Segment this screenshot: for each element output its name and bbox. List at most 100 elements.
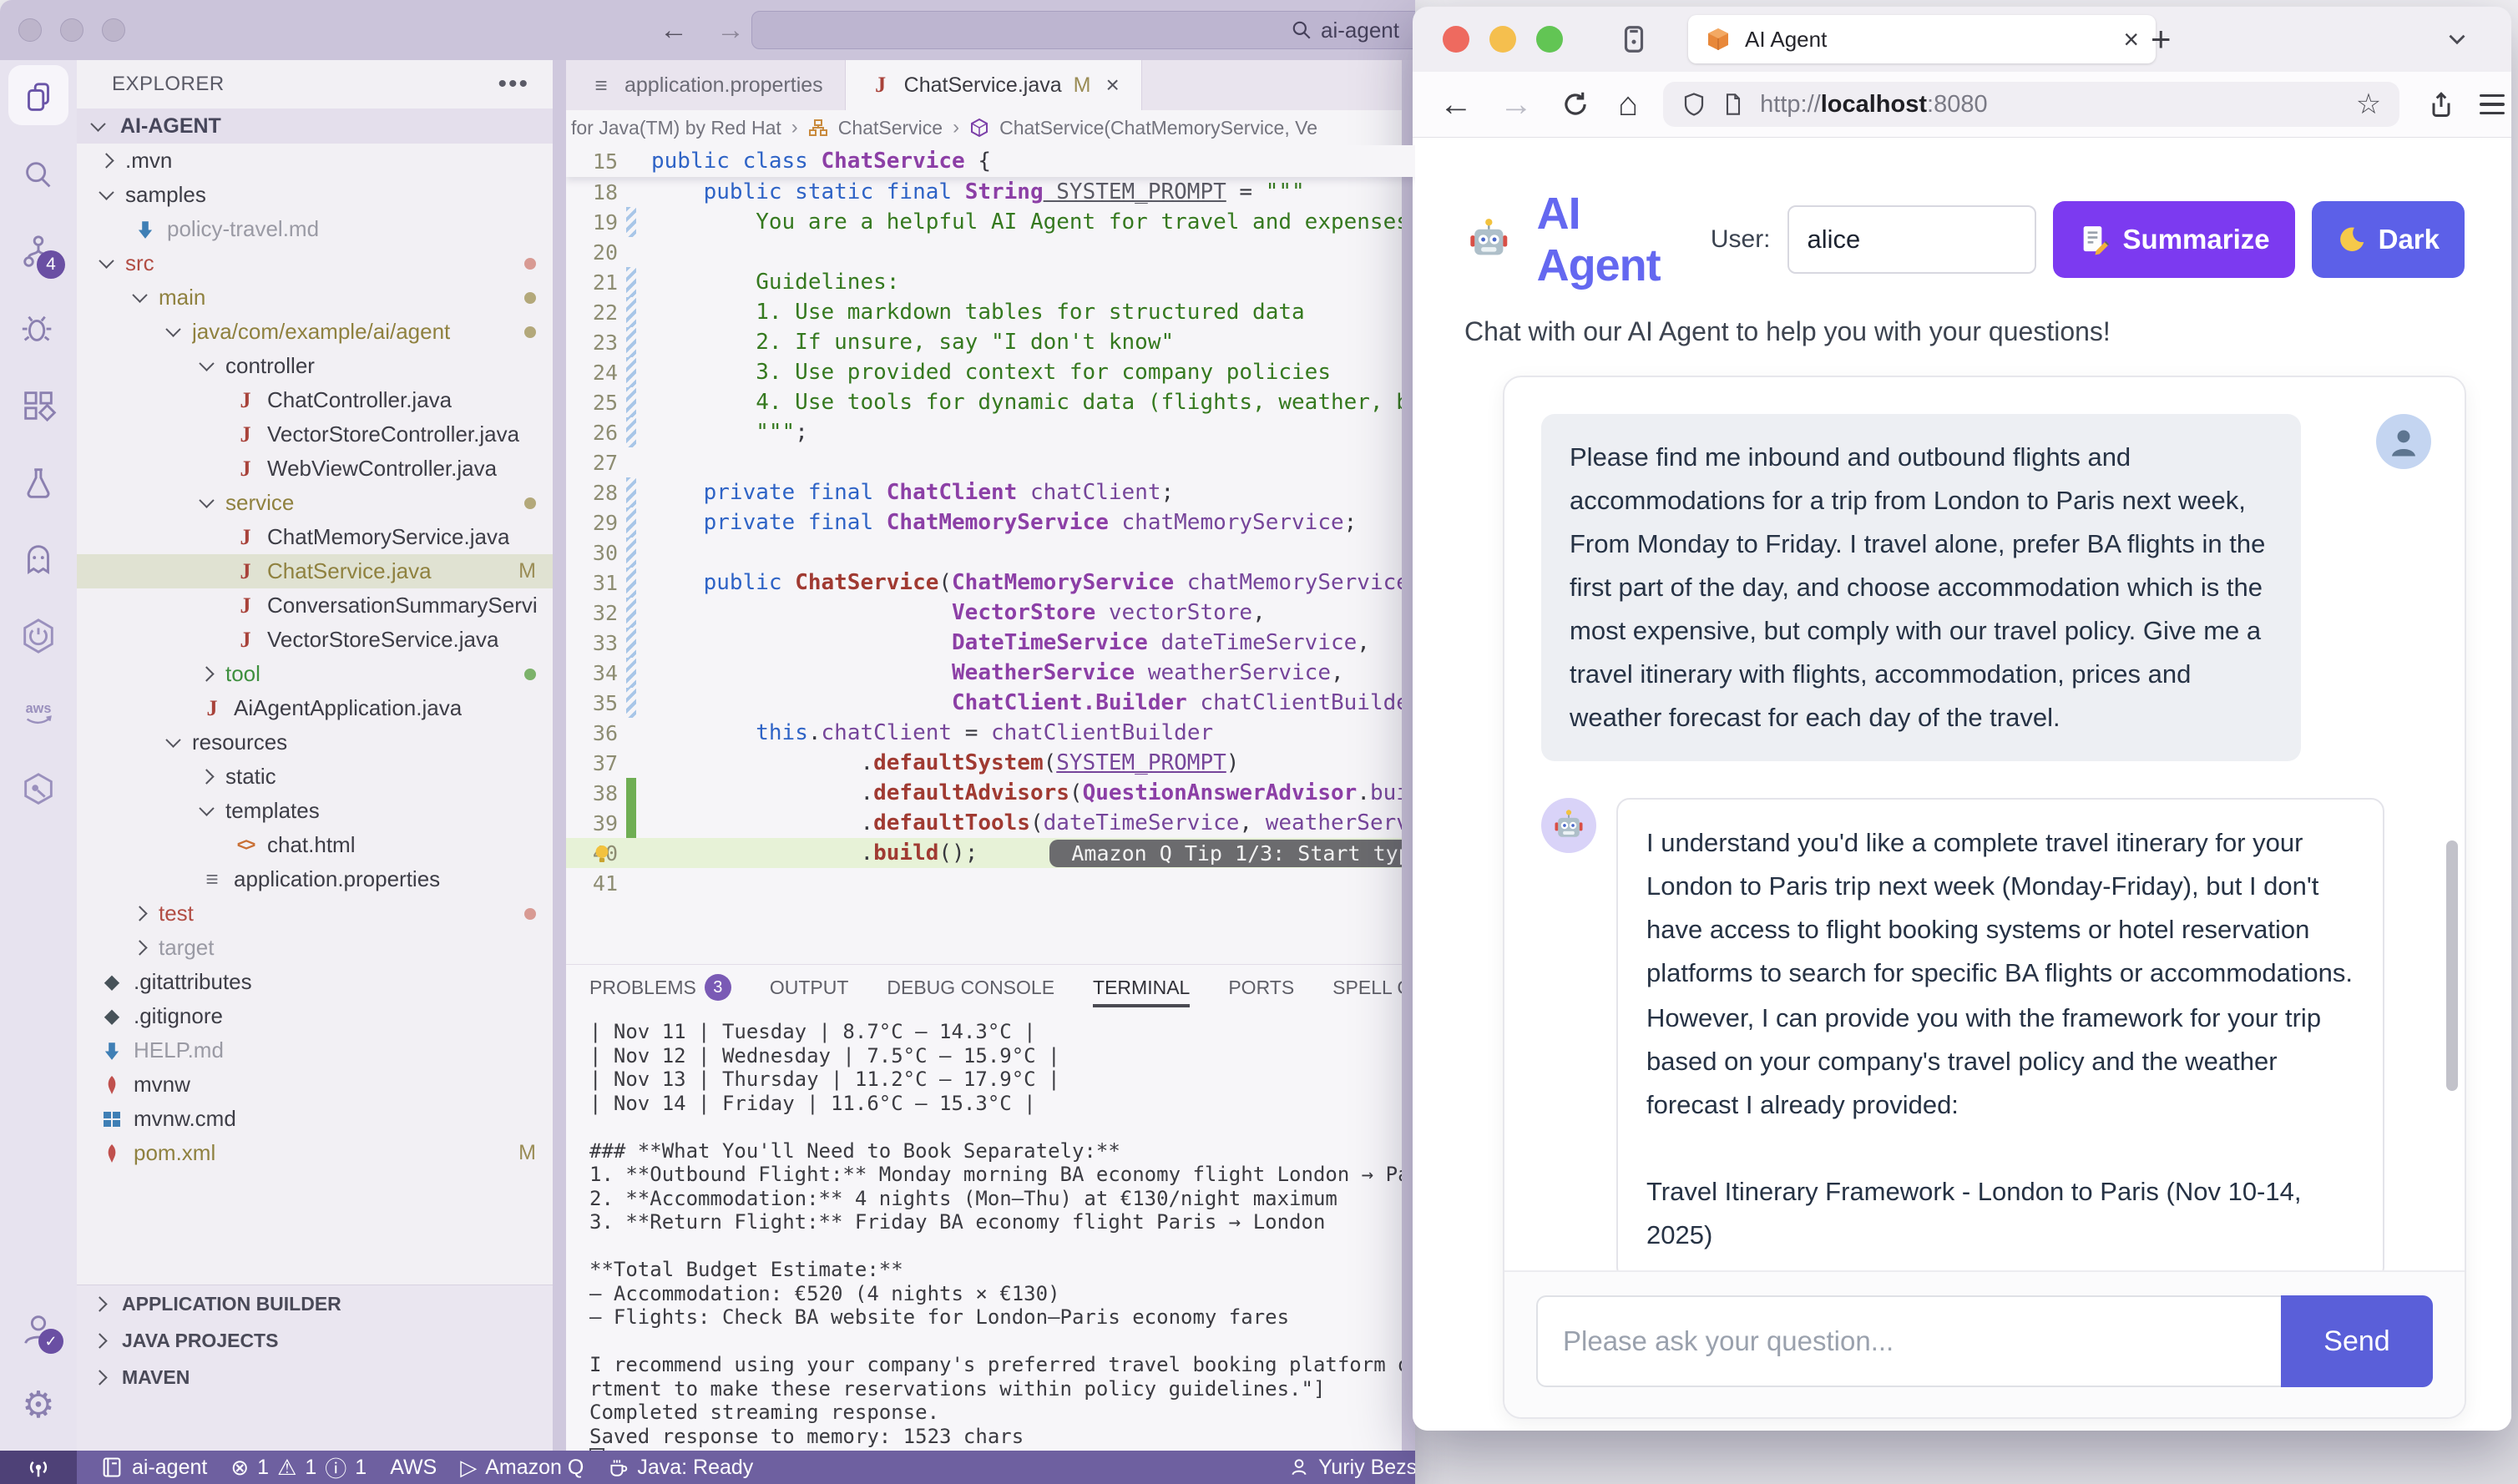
command-search-box[interactable]: ai-agent (751, 11, 1415, 49)
minimize-traffic-light[interactable] (60, 18, 83, 42)
code-line-39[interactable]: 39 .defaultTools(dateTimeService, weathe… (566, 808, 1415, 838)
code-editor[interactable]: 15public class ChatService { 18 public s… (566, 145, 1415, 964)
shield-icon[interactable] (1681, 92, 1706, 117)
source-control-icon[interactable]: 4 (0, 214, 77, 290)
tree-item-chatcontroller-java[interactable]: JChatController.java (77, 383, 553, 417)
remote-indicator[interactable] (0, 1451, 77, 1484)
menu-icon[interactable] (2480, 94, 2505, 115)
close-traffic-light[interactable] (1443, 26, 1469, 53)
tree-item--gitignore[interactable]: ◆.gitignore (77, 999, 553, 1033)
code-line-18[interactable]: 18 public static final String SYSTEM_PRO… (566, 177, 1415, 207)
tree-item-src[interactable]: src (77, 246, 553, 280)
tree-item-vectorstorecontroller-java[interactable]: JVectorStoreController.java (77, 417, 553, 452)
tree-item-samples[interactable]: samples (77, 178, 553, 212)
status-aws[interactable]: AWS (390, 1456, 437, 1480)
explorer-icon[interactable] (0, 60, 77, 137)
tree-item-webviewcontroller-java[interactable]: JWebViewController.java (77, 452, 553, 486)
code-line-20[interactable]: 20 (566, 237, 1415, 267)
sticky-code-line[interactable]: 15public class ChatService { (566, 145, 1415, 177)
panel-tab-debug-console[interactable]: DEBUG CONSOLE (887, 965, 1054, 1010)
tree-item-chat-html[interactable]: <>chat.html (77, 828, 553, 862)
extensions-icon[interactable] (0, 367, 77, 444)
tree-item-java-com-example-ai-agent[interactable]: java/com/example/ai/agent (77, 315, 553, 349)
breadcrumb[interactable]: for Java(TM) by Red Hat › ChatService › … (566, 110, 1415, 145)
panel-tab-problems[interactable]: PROBLEMS3 (589, 965, 731, 1010)
tree-item-target[interactable]: target (77, 931, 553, 965)
status-problems[interactable]: ⊗1 ⚠1 ⓘ1 (230, 1452, 367, 1483)
browser-tab[interactable]: AI Agent × (1688, 15, 2156, 63)
sonar-icon[interactable] (0, 751, 77, 828)
code-line-41[interactable]: 41 (566, 868, 1415, 898)
lightbulb-icon[interactable] (589, 841, 614, 866)
code-line-25[interactable]: 25 4. Use tools for dynamic data (flight… (566, 387, 1415, 417)
code-line-36[interactable]: 36 this.chatClient = chatClientBuilder (566, 718, 1415, 748)
tree-item-templates[interactable]: templates (77, 794, 553, 828)
page-icon[interactable] (1722, 93, 1745, 116)
tree-item-resources[interactable]: resources (77, 725, 553, 760)
gear-icon[interactable]: ⚙ (0, 1367, 77, 1444)
tab-close-icon[interactable]: × (1105, 72, 1119, 98)
code-line-26[interactable]: 26 """; (566, 417, 1415, 447)
bookmark-star-icon[interactable]: ☆ (2356, 88, 2381, 121)
reload-icon[interactable] (1560, 88, 1591, 120)
back-icon[interactable]: ← (1439, 86, 1473, 124)
code-line-24[interactable]: 24 3. Use provided context for company p… (566, 357, 1415, 387)
tree-item-static[interactable]: static (77, 760, 553, 794)
code-line-29[interactable]: 29 private final ChatMemoryService chatM… (566, 507, 1415, 538)
tree-item-test[interactable]: test (77, 896, 553, 931)
summarize-button[interactable]: Summarize (2053, 201, 2295, 278)
tree-item-conversationsummaryservice-java[interactable]: JConversationSummaryService.java (77, 588, 553, 623)
status-amazonq[interactable]: ▷Amazon Q (460, 1455, 584, 1481)
terminal-output[interactable]: | Nov 11 | Tuesday | 8.7°C – 14.3°C || N… (566, 1010, 1415, 1451)
status-java[interactable]: Java: Ready (607, 1456, 753, 1480)
panel-tab-ports[interactable]: PORTS (1228, 965, 1294, 1010)
tabs-dropdown-icon[interactable] (2443, 25, 2471, 53)
tab-close-icon[interactable]: × (2123, 24, 2139, 55)
url-bar[interactable]: http://localhost:8080 ☆ (1663, 82, 2399, 127)
code-line-35[interactable]: 35 ChatClient.Builder chatClientBuilder)… (566, 688, 1415, 718)
account-icon[interactable]: ✓ (0, 1290, 77, 1367)
tree-item-mvnw[interactable]: mvnw (77, 1068, 553, 1102)
editor-tab-chatservice-java[interactable]: JChatService.javaM× (846, 60, 1142, 110)
url-text[interactable]: http://localhost:8080 (1760, 91, 1987, 119)
tree-item-chatmemoryservice-java[interactable]: JChatMemoryService.java (77, 520, 553, 554)
code-line-30[interactable]: 30 (566, 538, 1415, 568)
code-line-33[interactable]: 33 DateTimeService dateTimeService, (566, 628, 1415, 658)
testing-icon[interactable] (0, 444, 77, 521)
tree-item-tool[interactable]: tool (77, 657, 553, 691)
close-traffic-light[interactable] (18, 18, 42, 42)
tab-container-icon[interactable] (1618, 23, 1650, 55)
history-back-icon[interactable]: ← (660, 14, 688, 47)
code-line-34[interactable]: 34 WeatherService weatherService, (566, 658, 1415, 688)
panel-tab-terminal[interactable]: TERMINAL (1093, 965, 1190, 1010)
sidebar-section-java-projects[interactable]: JAVA PROJECTS (77, 1322, 553, 1359)
question-input[interactable] (1536, 1295, 2281, 1387)
code-line-31[interactable]: 31 public ChatService(ChatMemoryService … (566, 568, 1415, 598)
status-project[interactable]: ai-agent (100, 1456, 207, 1480)
code-line-22[interactable]: 22 1. Use markdown tables for structured… (566, 297, 1415, 327)
status-account[interactable]: Yuriy Bezson (1288, 1456, 1415, 1480)
tree-item-mvnw-cmd[interactable]: mvnw.cmd (77, 1102, 553, 1136)
user-field[interactable] (1787, 205, 2036, 274)
code-line-27[interactable]: 27 (566, 447, 1415, 477)
project-root-row[interactable]: AI-AGENT (77, 109, 553, 144)
history-forward-icon[interactable]: → (716, 14, 745, 47)
tree-item--mvn[interactable]: .mvn (77, 144, 553, 178)
chat-messages[interactable]: Please find me inbound and outbound flig… (1504, 377, 2465, 1270)
sidebar-section-application-builder[interactable]: APPLICATION BUILDER (77, 1285, 553, 1322)
sidebar-scrollbar[interactable] (553, 60, 566, 1451)
home-icon[interactable]: ⌂ (1618, 86, 1638, 124)
breadcrumb-item[interactable]: for Java(TM) by Red Hat (571, 117, 781, 139)
zoom-traffic-light[interactable] (102, 18, 125, 42)
code-line-38[interactable]: 38 .defaultAdvisors(QuestionAnswerAdviso… (566, 778, 1415, 808)
tree-item-policy-travel-md[interactable]: policy-travel.md (77, 212, 553, 246)
minimize-traffic-light[interactable] (1489, 26, 1516, 53)
dark-mode-button[interactable]: Dark (2312, 201, 2465, 278)
tree-item-pom-xml[interactable]: pom.xmlM (77, 1136, 553, 1170)
search-icon[interactable] (0, 137, 77, 214)
breadcrumb-item[interactable]: ChatService(ChatMemoryService, Ve (999, 117, 1317, 139)
new-tab-button[interactable]: + (2151, 19, 2172, 59)
spring-icon[interactable] (0, 598, 77, 674)
tree-item-chatservice-java[interactable]: JChatService.javaM (77, 554, 553, 588)
tree-item-aiagentapplication-java[interactable]: JAiAgentApplication.java (77, 691, 553, 725)
